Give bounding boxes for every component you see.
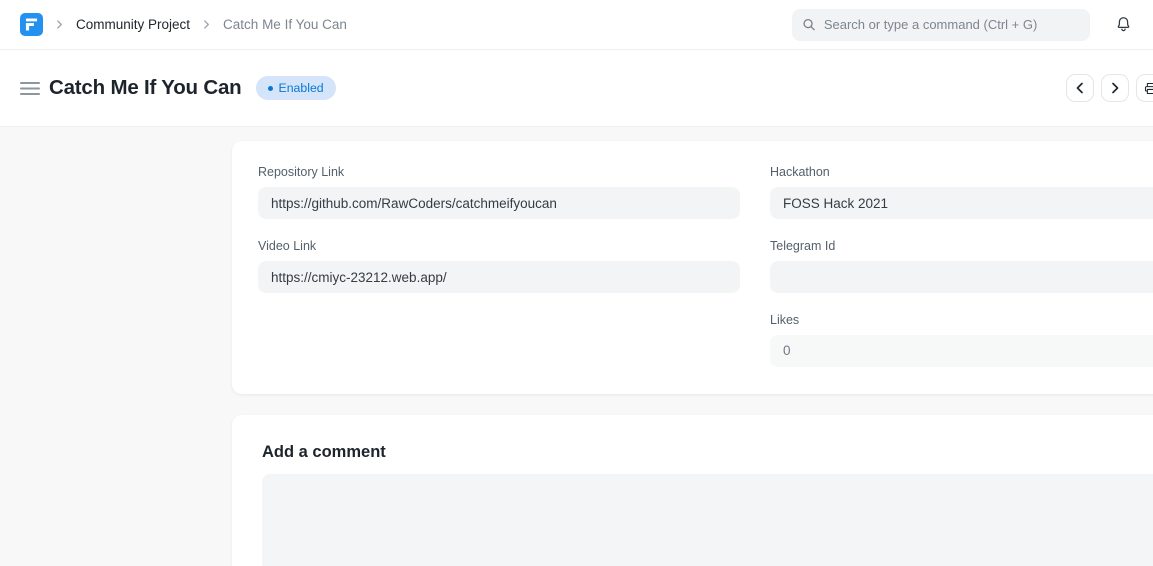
top-navbar: Community Project Catch Me If You Can — [0, 0, 1153, 50]
comment-input[interactable] — [262, 474, 1153, 566]
likes-value: 0 — [770, 335, 1153, 367]
form-column-right: Hackathon Telegram Id Likes 0 — [770, 165, 1153, 367]
chevron-left-icon — [1074, 82, 1086, 94]
next-record-button[interactable] — [1101, 74, 1129, 102]
search-bar[interactable] — [792, 9, 1090, 41]
field-likes: Likes 0 — [770, 313, 1153, 367]
likes-label: Likes — [770, 313, 1153, 327]
comments-card: Add a comment — [232, 415, 1153, 566]
telegram-id-input[interactable] — [770, 261, 1153, 293]
comments-heading: Add a comment — [262, 443, 1153, 462]
bell-icon — [1114, 15, 1133, 34]
chevron-right-icon — [1109, 82, 1121, 94]
video-link-label: Video Link — [258, 239, 740, 253]
page-title: Catch Me If You Can — [49, 76, 242, 100]
print-button[interactable] — [1136, 74, 1153, 102]
field-hackathon: Hackathon — [770, 165, 1153, 219]
main-content: Repository Link Video Link Hackathon Tel… — [0, 127, 1153, 566]
repository-link-input[interactable] — [258, 187, 740, 219]
telegram-id-label: Telegram Id — [770, 239, 1153, 253]
status-badge: Enabled — [256, 76, 336, 100]
search-input[interactable] — [824, 17, 1080, 32]
breadcrumb-current: Catch Me If You Can — [223, 17, 347, 32]
printer-icon — [1143, 81, 1153, 96]
video-link-input[interactable] — [258, 261, 740, 293]
chevron-right-icon — [202, 20, 211, 29]
form-columns: Repository Link Video Link Hackathon Tel… — [258, 165, 1153, 367]
menu-icon — [20, 81, 40, 96]
breadcrumb-link-community-project[interactable]: Community Project — [76, 17, 190, 32]
field-video-link: Video Link — [258, 239, 740, 293]
sidebar-toggle-button[interactable] — [20, 81, 40, 96]
search-icon — [802, 17, 816, 32]
repository-link-label: Repository Link — [258, 165, 740, 179]
field-repository-link: Repository Link — [258, 165, 740, 219]
status-badge-label: Enabled — [279, 81, 324, 95]
details-card: Repository Link Video Link Hackathon Tel… — [232, 141, 1153, 394]
form-column-left: Repository Link Video Link — [258, 165, 740, 367]
frappe-logo-icon — [25, 18, 38, 31]
chevron-right-icon — [55, 20, 64, 29]
field-telegram-id: Telegram Id — [770, 239, 1153, 293]
hackathon-input[interactable] — [770, 187, 1153, 219]
hackathon-label: Hackathon — [770, 165, 1153, 179]
status-dot-icon — [268, 86, 273, 91]
prev-record-button[interactable] — [1066, 74, 1094, 102]
page-header: Catch Me If You Can Enabled — [0, 50, 1153, 127]
header-actions — [1066, 74, 1153, 102]
app-logo[interactable] — [20, 13, 43, 36]
notifications-button[interactable] — [1114, 15, 1133, 34]
